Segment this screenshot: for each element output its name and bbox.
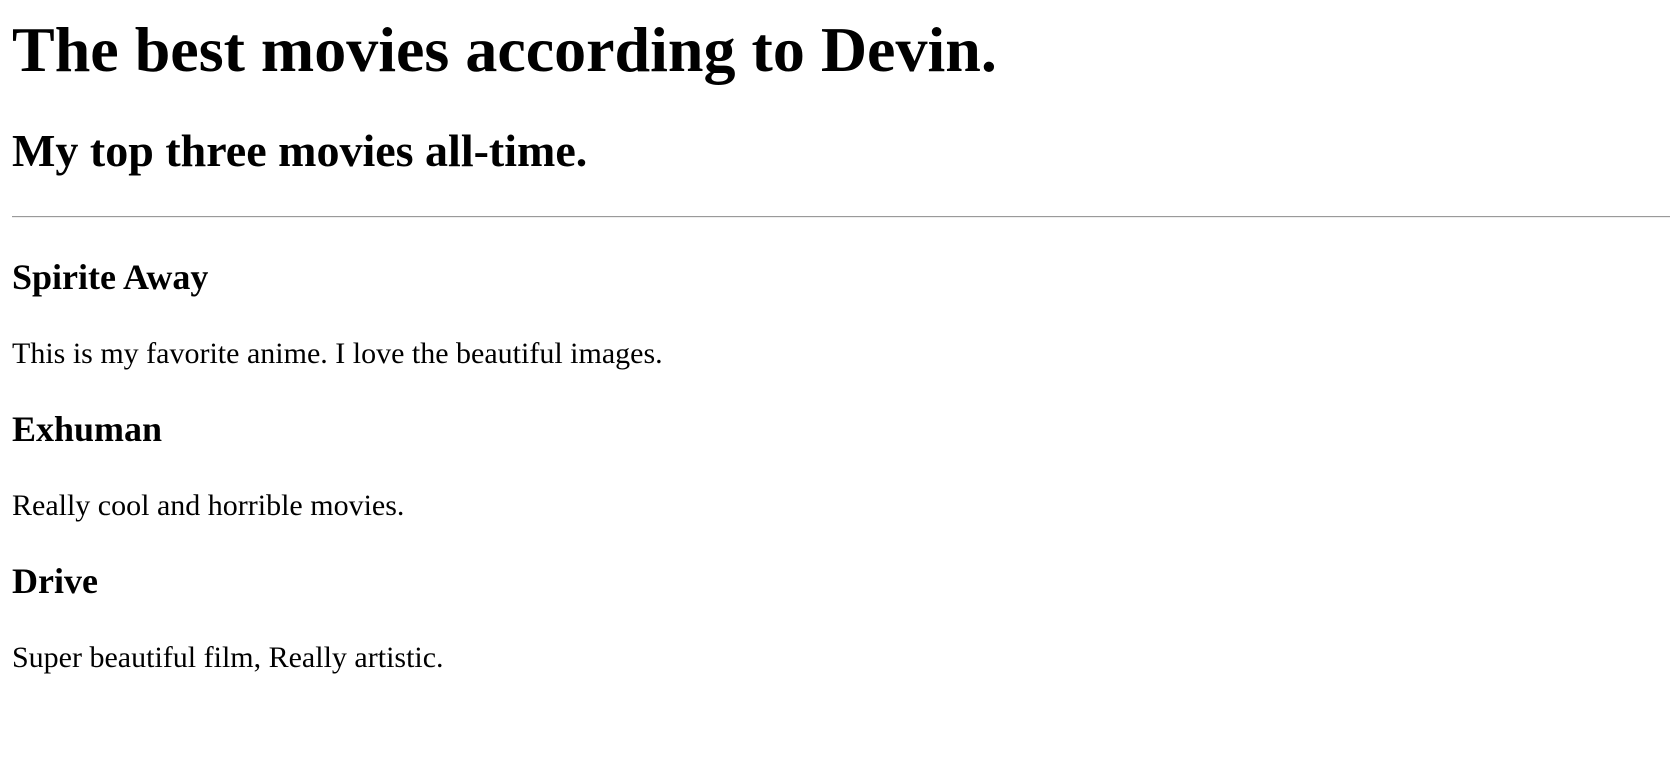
movie-entry-1: Spirite Away This is my favorite anime. …: [12, 256, 1662, 372]
movie-description: This is my favorite anime. I love the be…: [12, 337, 663, 370]
movie-entry-3: Drive Super beautiful film, Really artis…: [12, 560, 1662, 676]
page-title: The best movies according to Devin.: [12, 14, 997, 85]
page-content: The best movies according to Devin. My t…: [0, 14, 1674, 676]
section-divider: [12, 216, 1670, 218]
movie-description: Super beautiful film, Really artistic.: [12, 641, 444, 674]
movie-title: Drive: [12, 561, 98, 601]
movie-title: Exhuman: [12, 409, 163, 449]
movie-title: Spirite Away: [12, 257, 209, 297]
page-subtitle: My top three movies all-time.: [12, 125, 588, 176]
movie-entry-2: Exhuman Really cool and horrible movies.: [12, 408, 1662, 524]
movie-description: Really cool and horrible movies.: [12, 489, 405, 522]
